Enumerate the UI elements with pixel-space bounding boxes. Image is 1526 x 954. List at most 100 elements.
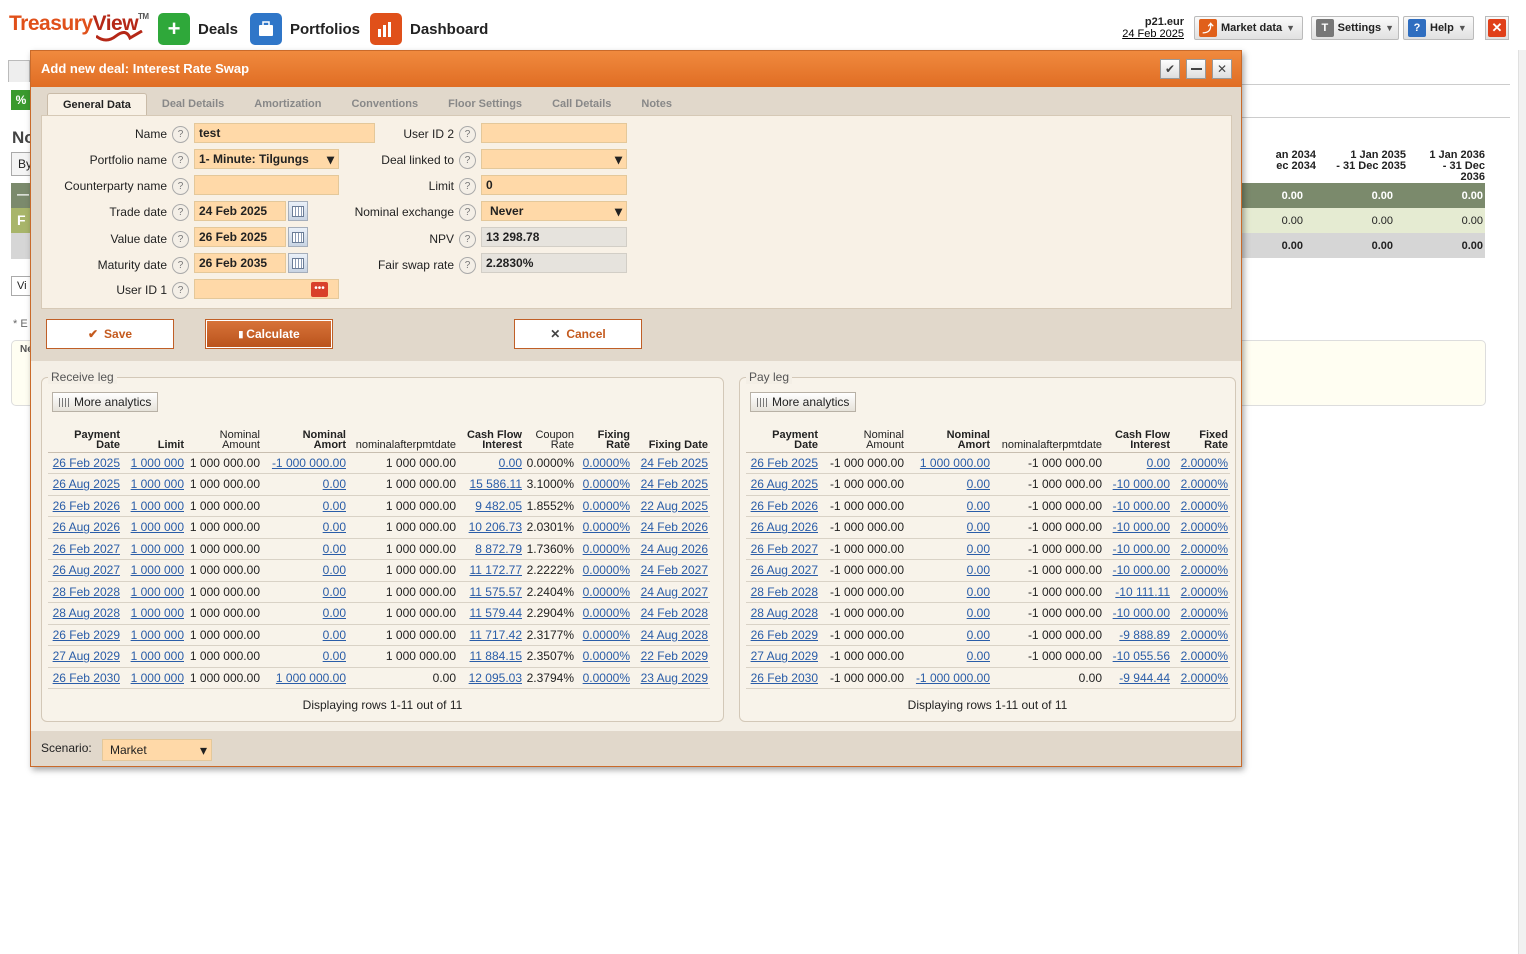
table-cell-link[interactable]: 11 717.42 — [458, 624, 524, 646]
help-icon[interactable]: ? — [172, 257, 189, 274]
user-id2-input[interactable] — [481, 123, 627, 143]
table-cell-link[interactable]: 12 095.03 — [458, 667, 524, 689]
table-cell-link[interactable]: 26 Feb 2027 — [48, 538, 122, 560]
value-date-input[interactable]: 26 Feb 2025 — [194, 227, 286, 247]
table-cell-link[interactable]: 0.00 — [262, 538, 348, 560]
counterparty-input[interactable] — [194, 175, 339, 195]
table-cell-link[interactable]: 0.00 — [906, 516, 992, 539]
table-cell-link[interactable]: -9 888.89 — [1104, 624, 1172, 646]
table-cell-link[interactable]: -10 000.00 — [1104, 473, 1172, 496]
table-cell-link[interactable]: 26 Feb 2026 — [746, 495, 820, 517]
table-cell-link[interactable]: 28 Aug 2028 — [48, 602, 122, 625]
table-cell-link[interactable]: -10 111.11 — [1104, 581, 1172, 603]
table-cell-link[interactable]: 0.00 — [262, 581, 348, 603]
table-cell-link[interactable]: 26 Aug 2026 — [48, 516, 122, 539]
table-cell-link[interactable]: 0.00 — [262, 624, 348, 646]
help-icon[interactable]: ? — [172, 204, 189, 221]
table-cell-link[interactable]: 0.00 — [262, 495, 348, 517]
table-cell-link[interactable]: 24 Feb 2028 — [632, 602, 710, 625]
table-cell-link[interactable]: 15 586.11 — [458, 473, 524, 496]
table-cell-link[interactable]: -9 944.44 — [1104, 667, 1172, 689]
table-cell-link[interactable]: 2.0000% — [1172, 538, 1230, 560]
portfolio-select[interactable]: 1- Minute: Tilgungs — [194, 149, 339, 169]
column-header[interactable]: Cash Flow Interest — [458, 416, 524, 453]
background-by-select[interactable]: By — [11, 152, 32, 176]
cancel-button[interactable]: ✕ Cancel — [514, 319, 642, 349]
table-cell-link[interactable]: 23 Aug 2029 — [632, 667, 710, 689]
table-cell-link[interactable]: 0.00 — [262, 559, 348, 582]
calendar-icon[interactable] — [288, 253, 308, 273]
table-cell-link[interactable]: 0.00 — [262, 473, 348, 496]
help-icon[interactable]: ? — [172, 178, 189, 195]
table-cell-link[interactable]: 0.0000% — [576, 495, 632, 517]
tab-deal-details[interactable]: Deal Details — [147, 93, 239, 115]
table-cell-link[interactable]: 26 Feb 2025 — [48, 452, 122, 474]
table-cell-link[interactable]: 24 Aug 2027 — [632, 581, 710, 603]
table-cell-link[interactable]: 26 Feb 2025 — [746, 452, 820, 474]
table-cell-link[interactable]: 27 Aug 2029 — [746, 645, 820, 668]
table-cell-link[interactable]: 1 000 000 — [122, 602, 186, 625]
tab-call-details[interactable]: Call Details — [537, 93, 626, 115]
table-cell-link[interactable]: 1 000 000.00 — [906, 452, 992, 474]
help-icon[interactable]: ? — [459, 231, 476, 248]
calendar-icon[interactable] — [288, 201, 308, 221]
nominal-exchange-select[interactable]: Never — [481, 201, 627, 221]
table-cell-link[interactable]: -10 000.00 — [1104, 495, 1172, 517]
table-cell-link[interactable]: 0.00 — [1104, 452, 1172, 474]
receive-more-analytics-button[interactable]: More analytics — [52, 392, 159, 412]
table-cell-link[interactable]: 24 Aug 2028 — [632, 624, 710, 646]
table-cell-link[interactable]: 0.0000% — [576, 473, 632, 496]
table-cell-link[interactable]: 1 000 000 — [122, 645, 186, 668]
table-cell-link[interactable]: 0.0000% — [576, 538, 632, 560]
table-cell-link[interactable]: 0.0000% — [576, 516, 632, 539]
settings-button[interactable]: T Settings ▼ — [1311, 16, 1399, 40]
table-cell-link[interactable]: 1 000 000.00 — [262, 667, 348, 689]
column-header[interactable]: Payment Date — [48, 416, 122, 453]
help-icon[interactable]: ? — [459, 126, 476, 143]
column-header[interactable]: Fixing Rate — [576, 416, 632, 453]
calendar-icon[interactable] — [288, 227, 308, 247]
help-icon[interactable]: ? — [459, 204, 476, 221]
table-cell-link[interactable]: 26 Feb 2027 — [746, 538, 820, 560]
table-cell-link[interactable]: 24 Feb 2026 — [632, 516, 710, 539]
calculate-button[interactable]: ▮ Calculate — [205, 319, 333, 349]
table-cell-link[interactable]: 1 000 000 — [122, 516, 186, 539]
table-cell-link[interactable]: 26 Feb 2030 — [746, 667, 820, 689]
table-cell-link[interactable]: 0.00 — [906, 538, 992, 560]
table-cell-link[interactable]: 24 Aug 2026 — [632, 538, 710, 560]
table-cell-link[interactable]: 0.0000% — [576, 559, 632, 582]
table-cell-link[interactable]: 0.00 — [906, 602, 992, 625]
dialog-title[interactable]: Add new deal: Interest Rate Swap — [31, 51, 1241, 87]
table-cell-link[interactable]: 10 206.73 — [458, 516, 524, 539]
column-header[interactable]: nominalafterpmtdate — [348, 416, 458, 453]
table-cell-link[interactable]: 24 Feb 2025 — [632, 452, 710, 474]
table-cell-link[interactable]: 2.0000% — [1172, 645, 1230, 668]
table-cell-link[interactable]: 9 482.05 — [458, 495, 524, 517]
maturity-date-input[interactable]: 26 Feb 2035 — [194, 253, 286, 273]
percent-icon[interactable]: % — [11, 90, 31, 110]
table-cell-link[interactable]: 22 Aug 2025 — [632, 495, 710, 517]
table-cell-link[interactable]: 2.0000% — [1172, 667, 1230, 689]
table-cell-link[interactable]: 0.0000% — [576, 667, 632, 689]
table-cell-link[interactable]: 24 Feb 2027 — [632, 559, 710, 582]
table-cell-link[interactable]: 0.0000% — [576, 645, 632, 668]
table-cell-link[interactable]: 0.00 — [906, 624, 992, 646]
table-cell-link[interactable]: -10 000.00 — [1104, 538, 1172, 560]
page-scrollbar[interactable] — [1518, 50, 1526, 954]
table-cell-link[interactable]: 26 Feb 2029 — [746, 624, 820, 646]
table-cell-link[interactable]: 2.0000% — [1172, 516, 1230, 539]
column-header[interactable]: Nominal Amount — [186, 416, 262, 453]
pay-more-analytics-button[interactable]: More analytics — [750, 392, 857, 412]
help-icon[interactable]: ? — [459, 257, 476, 274]
table-cell-link[interactable]: 26 Aug 2025 — [746, 473, 820, 496]
tab-amortization[interactable]: Amortization — [239, 93, 336, 115]
column-header[interactable]: Limit — [122, 416, 186, 453]
tab-general-data[interactable]: General Data — [47, 93, 147, 115]
market-data-button[interactable]: ⤴ Market data ▼ — [1194, 16, 1303, 40]
help-icon[interactable]: ? — [172, 126, 189, 143]
table-cell-link[interactable]: 0.0000% — [576, 581, 632, 603]
close-dialog-button[interactable]: ✕ — [1212, 59, 1232, 79]
app-close-button[interactable]: ✕ — [1485, 16, 1509, 40]
table-cell-link[interactable]: 1 000 000 — [122, 473, 186, 496]
table-cell-link[interactable]: 11 575.57 — [458, 581, 524, 603]
